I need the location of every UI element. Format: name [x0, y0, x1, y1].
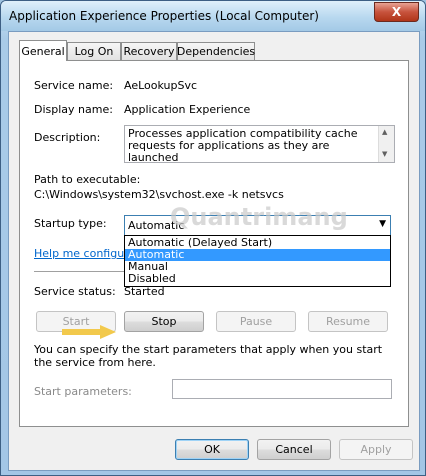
- display-name-label: Display name:: [34, 103, 113, 116]
- pause-button[interactable]: Pause: [216, 311, 296, 332]
- start-parameters-label: Start parameters:: [34, 385, 132, 398]
- separator: [34, 271, 124, 272]
- close-button[interactable]: X: [374, 2, 419, 22]
- general-tab-panel: Service name: AeLookupSvc Display name: …: [19, 60, 409, 427]
- option-disabled[interactable]: Disabled: [125, 273, 390, 285]
- tab-recovery[interactable]: Recovery: [121, 42, 177, 60]
- service-name-value: AeLookupSvc: [124, 79, 198, 92]
- resume-button[interactable]: Resume: [308, 311, 388, 332]
- ok-button[interactable]: OK: [175, 439, 249, 460]
- path-label: Path to executable:: [34, 173, 141, 186]
- path-value: C:\Windows\system32\svchost.exe -k netsv…: [34, 188, 284, 201]
- window-title: Application Experience Properties (Local…: [9, 9, 319, 23]
- arrow-right-icon: [62, 325, 116, 339]
- tab-log-on[interactable]: Log On: [67, 42, 121, 60]
- service-name-label: Service name:: [34, 79, 114, 92]
- properties-dialog: Application Experience Properties (Local…: [0, 0, 426, 476]
- description-box[interactable]: Processes application compatibility cach…: [124, 125, 395, 164]
- cancel-button[interactable]: Cancel: [257, 439, 331, 460]
- scroll-up-icon[interactable]: ▲: [382, 128, 387, 136]
- description-text: Processes application compatibility cach…: [128, 127, 358, 164]
- tab-dependencies[interactable]: Dependencies: [177, 42, 255, 60]
- startup-type-label: Startup type:: [34, 217, 107, 230]
- watermark: Quantrimang: [170, 203, 348, 231]
- display-name-value: Application Experience: [124, 103, 251, 116]
- tab-general[interactable]: General: [19, 40, 67, 61]
- startup-type-dropdown: Automatic (Delayed Start) Automatic Manu…: [124, 235, 391, 287]
- service-status-label: Service status:: [34, 285, 116, 298]
- chevron-down-icon[interactable]: ▼: [379, 219, 386, 229]
- scroll-down-icon[interactable]: ▼: [382, 150, 387, 158]
- dialog-client-area: General Log On Recovery Dependencies Ser…: [8, 31, 420, 471]
- stop-button[interactable]: Stop: [124, 311, 204, 332]
- apply-button[interactable]: Apply: [339, 439, 413, 460]
- description-scrollbar[interactable]: ▲ ▼: [378, 126, 394, 162]
- title-bar[interactable]: Application Experience Properties (Local…: [1, 1, 425, 31]
- start-parameters-input[interactable]: [172, 379, 392, 399]
- description-label: Description:: [34, 131, 101, 144]
- close-icon: X: [391, 5, 402, 19]
- start-parameters-info: You can specify the start parameters tha…: [34, 343, 383, 369]
